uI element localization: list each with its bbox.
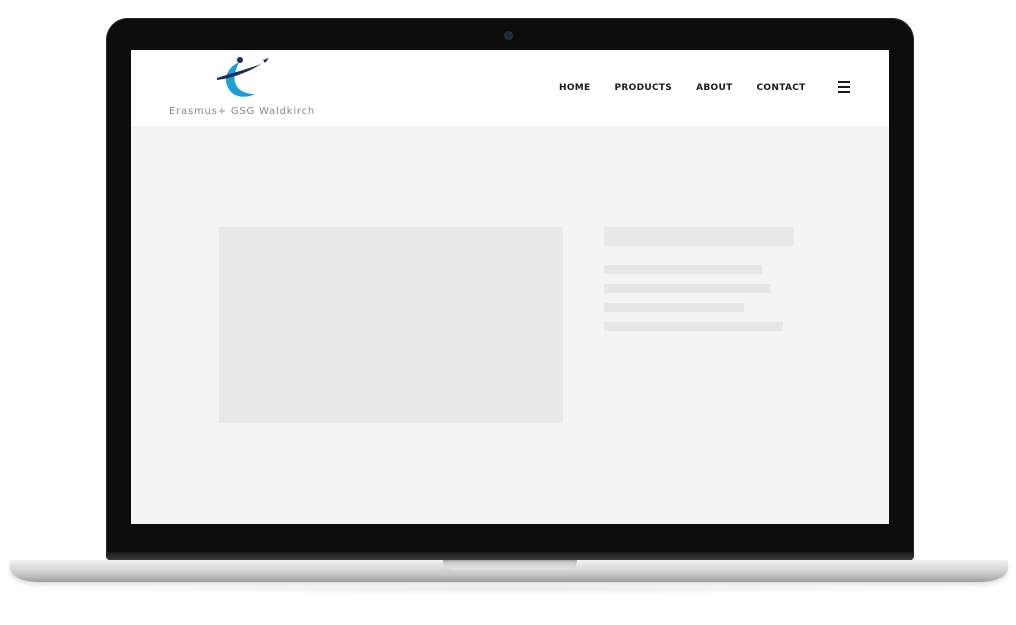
text-line-placeholder: [604, 322, 783, 331]
text-line-placeholder: [604, 303, 744, 312]
camera-icon: [505, 32, 512, 39]
nav-home[interactable]: HOME: [559, 83, 591, 93]
nav-products[interactable]: PRODUCTS: [615, 83, 673, 93]
hamburger-menu-icon[interactable]: [838, 81, 850, 93]
laptop-hinge: [106, 552, 914, 560]
nav-contact[interactable]: CONTACT: [757, 83, 806, 93]
nav-about[interactable]: ABOUT: [696, 83, 732, 93]
brand-text: Erasmus+ GSG Waldkirch: [169, 106, 316, 117]
image-placeholder: [219, 227, 563, 423]
laptop-shadow: [20, 584, 1000, 594]
erasmus-logo-icon[interactable]: [209, 54, 273, 104]
title-placeholder: [604, 227, 794, 246]
text-line-placeholder: [604, 265, 762, 274]
text-line-placeholder: [604, 284, 771, 293]
site-header: Erasmus+ GSG Waldkirch HOME PRODUCTS ABO…: [131, 50, 889, 126]
laptop-notch: [443, 560, 577, 570]
main-nav: HOME PRODUCTS ABOUT CONTACT: [559, 83, 830, 93]
laptop-mockup: Erasmus+ GSG Waldkirch HOME PRODUCTS ABO…: [0, 0, 1016, 625]
laptop-screen: Erasmus+ GSG Waldkirch HOME PRODUCTS ABO…: [131, 50, 889, 524]
